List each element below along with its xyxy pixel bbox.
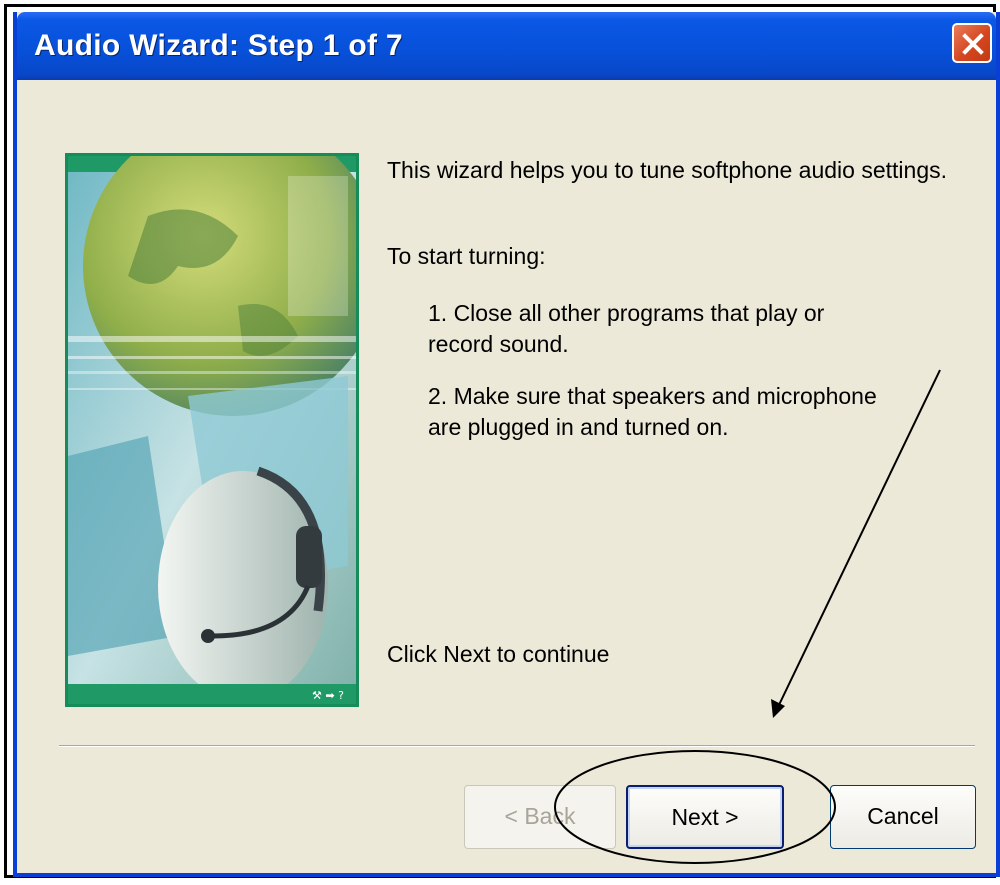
- annotation-ellipse: [554, 750, 836, 864]
- annotation-layer: [554, 369, 941, 864]
- annotation-arrow: [771, 369, 941, 718]
